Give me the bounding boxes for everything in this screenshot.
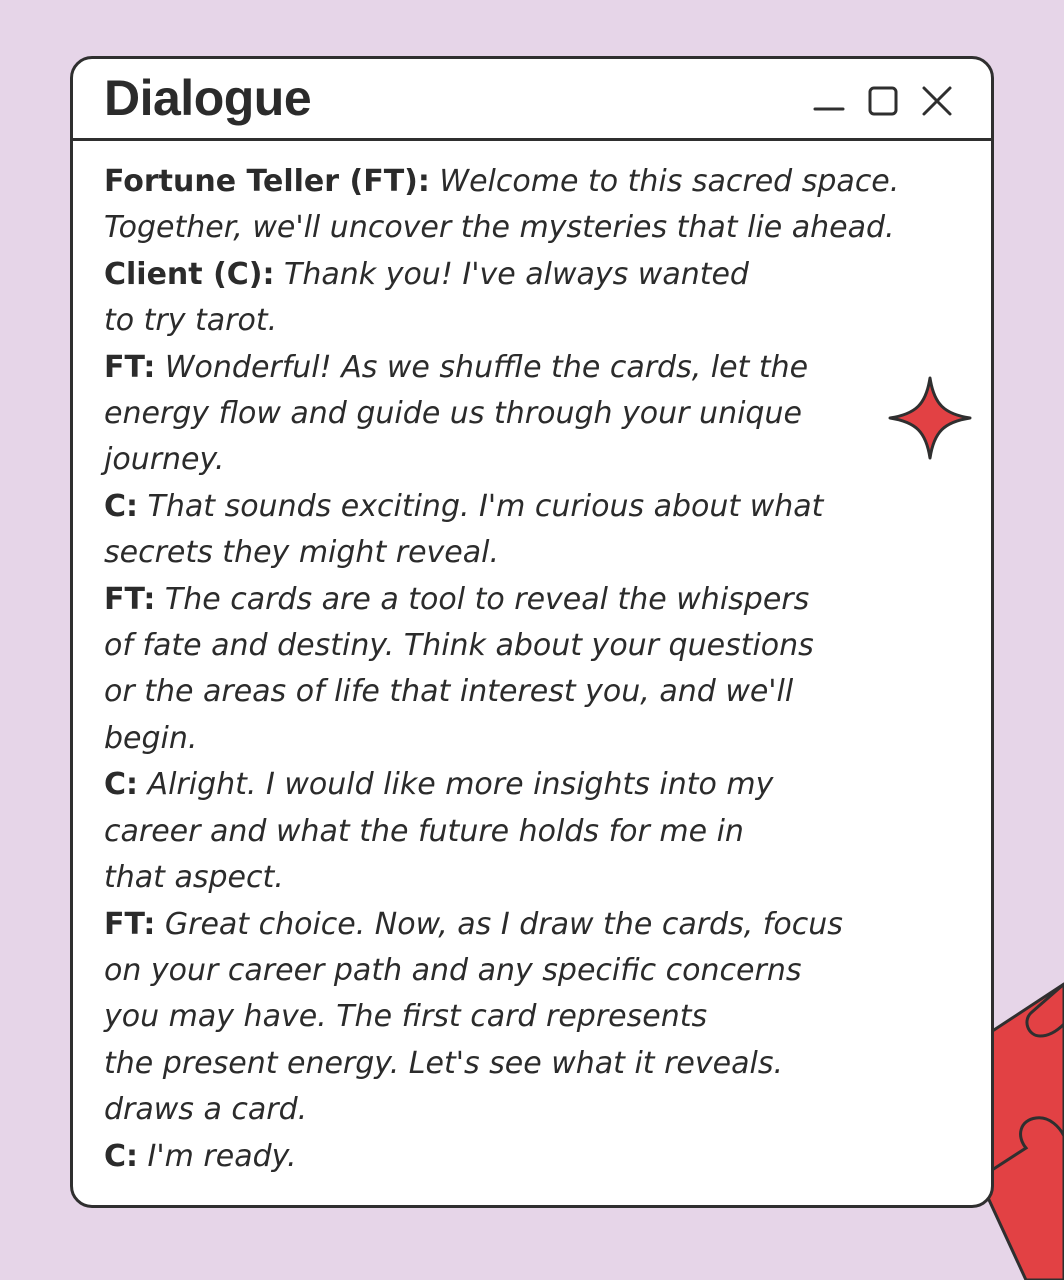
speaker-label: Client (C):	[104, 256, 275, 292]
speaker-label: FT:	[104, 581, 156, 617]
maximize-icon[interactable]	[865, 83, 901, 119]
speech-text: That sounds exciting. I'm curious about …	[138, 488, 824, 524]
speech-text: draws a card.	[104, 1092, 308, 1128]
dialogue-line: secrets they might reveal.	[104, 530, 864, 576]
dialogue-line: to try tarot.	[104, 298, 864, 344]
speech-text: Welcome to this sacred space.	[429, 164, 900, 199]
dialogue-line: of fate and destiny. Think about your qu…	[104, 623, 864, 669]
dialogue-window: Dialogue Fortune Teller (FT): Welcome to…	[70, 56, 994, 1208]
speech-text: Wonderful! As we shuffle the cards, let …	[155, 349, 809, 385]
speech-text: on your career path and any specific con…	[104, 952, 802, 988]
dialogue-line: C: I'm ready.	[104, 1134, 864, 1180]
dialogue-line: the present energy. Let's see what it re…	[104, 1041, 864, 1087]
dialogue-line: that aspect.	[104, 855, 864, 901]
speaker-label: C:	[104, 1138, 139, 1174]
window-titlebar: Dialogue	[73, 59, 991, 141]
dialogue-line: begin.	[104, 716, 864, 762]
dialogue-line: FT: Great choice. Now, as I draw the car…	[104, 902, 864, 948]
speech-text: secrets they might reveal.	[104, 535, 499, 571]
close-icon[interactable]	[919, 83, 955, 119]
dialogue-line: journey.	[104, 437, 864, 483]
four-point-star-icon	[888, 376, 972, 460]
window-controls	[811, 83, 955, 119]
minimize-icon[interactable]	[811, 83, 847, 119]
speech-text: that aspect.	[104, 860, 284, 896]
dialogue-line: draws a card.	[104, 1087, 864, 1133]
speech-text: energy flow and guide us through your un…	[104, 396, 802, 432]
dialogue-line: FT: The cards are a tool to reveal the w…	[104, 577, 864, 623]
dialogue-line: you may have. The first card represents	[104, 994, 864, 1040]
speech-text: begin.	[104, 720, 198, 756]
speech-text: journey.	[104, 442, 225, 478]
speech-text: career and what the future holds for me …	[104, 813, 744, 849]
dialogue-line: Client (C): Thank you! I've always wante…	[104, 252, 864, 298]
dialogue-line: C: Alright. I would like more insights i…	[104, 762, 864, 808]
speech-text: you may have. The first card represents	[104, 999, 708, 1035]
speech-text: Together, we'll uncover the mysteries th…	[104, 210, 895, 246]
speech-text: the present energy. Let's see what it re…	[104, 1045, 783, 1081]
speech-text: I'm ready.	[138, 1138, 297, 1174]
dialogue-line: Fortune Teller (FT): Welcome to this sac…	[104, 159, 899, 205]
speaker-label: Fortune Teller (FT):	[104, 164, 430, 199]
speech-text: to try tarot.	[104, 303, 278, 339]
speaker-label: C:	[104, 488, 139, 524]
dialogue-line: Together, we'll uncover the mysteries th…	[104, 205, 895, 251]
speech-text: Alright. I would like more insights into…	[138, 767, 774, 803]
dialogue-line: on your career path and any specific con…	[104, 948, 864, 994]
speech-text: of fate and destiny. Think about your qu…	[104, 628, 814, 664]
dialogue-transcript: Fortune Teller (FT): Welcome to this sac…	[104, 159, 899, 1180]
speech-text: or the areas of life that interest you, …	[104, 674, 794, 710]
speech-text: The cards are a tool to reveal the whisp…	[155, 581, 810, 617]
dialogue-line: or the areas of life that interest you, …	[104, 669, 864, 715]
speech-text: Great choice. Now, as I draw the cards, …	[155, 906, 843, 942]
dialogue-line: FT: Wonderful! As we shuffle the cards, …	[104, 345, 864, 391]
window-title: Dialogue	[104, 70, 312, 126]
dialogue-line: career and what the future holds for me …	[104, 809, 864, 855]
speaker-label: FT:	[104, 349, 156, 385]
speech-text: Thank you! I've always wanted	[274, 256, 749, 292]
speaker-label: FT:	[104, 906, 156, 942]
dialogue-line: C: That sounds exciting. I'm curious abo…	[104, 484, 864, 530]
speaker-label: C:	[104, 767, 139, 803]
dialogue-line: energy flow and guide us through your un…	[104, 391, 864, 437]
